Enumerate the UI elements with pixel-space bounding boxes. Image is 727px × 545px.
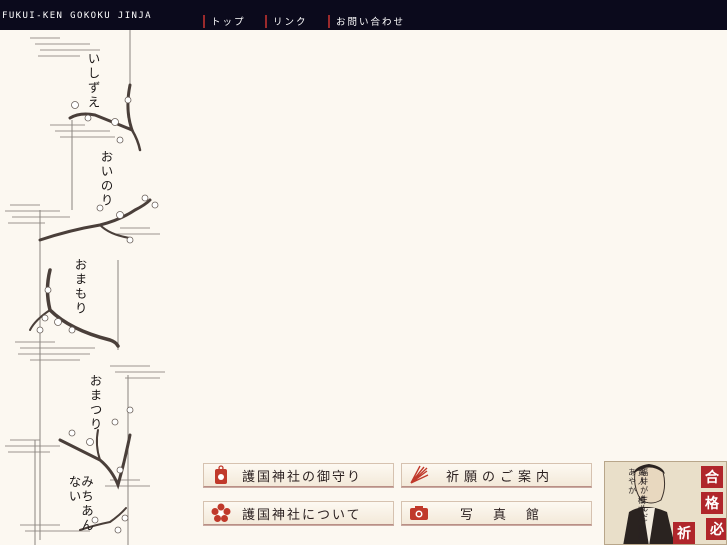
about-button[interactable]: 護国神社について — [203, 501, 394, 525]
banner-kanji-1: 合 — [701, 466, 723, 488]
nav-contact[interactable]: お問い合わせ — [328, 14, 405, 28]
nav-divider — [328, 14, 330, 28]
camera-icon — [408, 502, 430, 524]
fan-icon — [408, 464, 430, 486]
omamori-icon — [210, 464, 232, 486]
top-bar: FUKUI-KEN GOKOKU JINJA トップ リンク お問い合わせ — [0, 0, 727, 30]
omamori-button-label: 護国神社の御守り — [242, 469, 363, 485]
menu-oinori[interactable]: おいのり — [99, 150, 114, 208]
photo-button-label: 写真館 — [460, 507, 560, 523]
kigan-button-label: 祈願のご案内 — [446, 469, 555, 485]
banner-kanji-4: 祈 — [673, 522, 695, 544]
nav-top-label: トップ — [211, 17, 246, 28]
banner-kanji-2: 格 — [701, 492, 723, 514]
nav-link[interactable]: リンク — [265, 14, 308, 28]
nav-top[interactable]: トップ — [203, 14, 246, 28]
nav-contact-label: お問い合わせ — [336, 17, 406, 28]
plum-blossom-icon — [210, 502, 232, 524]
nav-link-label: リンク — [273, 17, 308, 28]
omamori-button[interactable]: 護国神社の御守り — [203, 463, 394, 487]
photo-button[interactable]: 写真館 — [401, 501, 592, 525]
menu-omamori[interactable]: おまもり — [73, 258, 88, 316]
menu-omatsuri[interactable]: おまつり — [88, 374, 103, 432]
about-button-label: 護国神社について — [242, 507, 362, 523]
menu-michiannai[interactable]: みちあんない — [67, 475, 95, 545]
kigan-button[interactable]: 祈願のご案内 — [401, 463, 592, 487]
banner-kanji-3: 必 — [706, 518, 726, 540]
site-name[interactable]: FUKUI-KEN GOKOKU JINJA — [2, 11, 152, 21]
nav-divider — [265, 14, 267, 28]
menu-ishizue[interactable]: いしずえ — [86, 52, 101, 110]
gokaku-banner[interactable]: 福井が生んだ 賢人 橋本左内にあやか 合 格 必 祈 — [604, 461, 727, 545]
banner-text-2: 賢人 橋本左内にあやか — [627, 468, 647, 541]
nav-divider — [203, 14, 205, 28]
